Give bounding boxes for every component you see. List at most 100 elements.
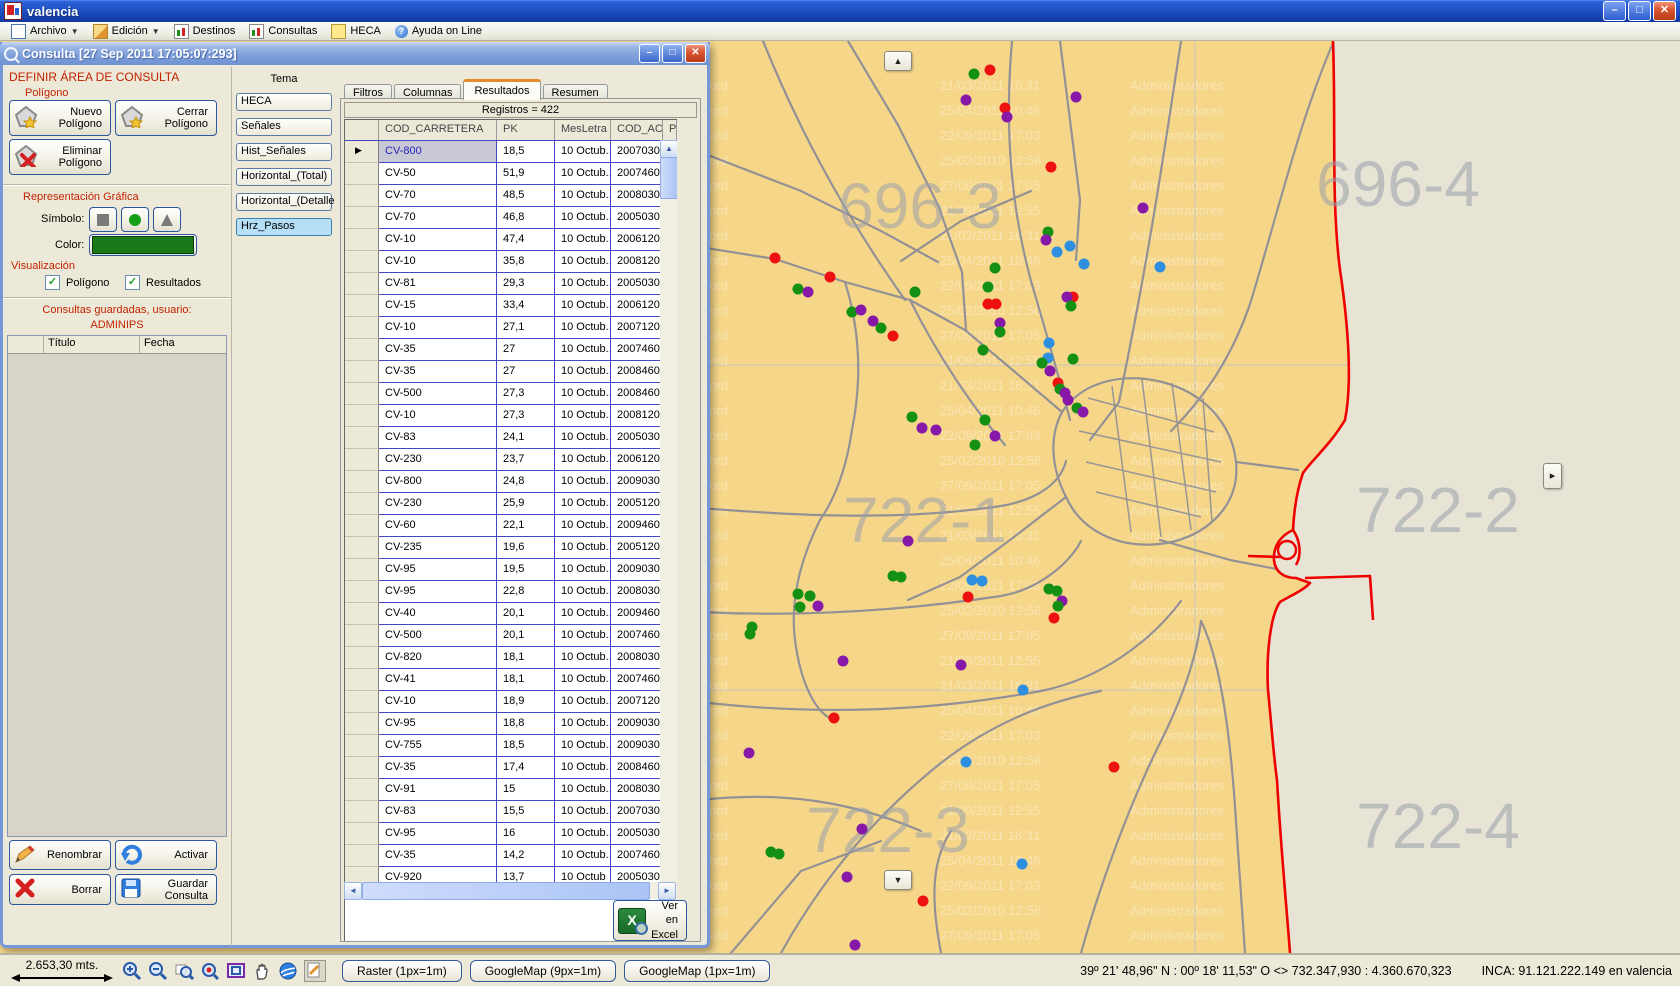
- row-selector-cell[interactable]: [345, 735, 379, 757]
- cell-pk[interactable]: 27,3: [497, 405, 555, 427]
- accident-dot-r[interactable]: [825, 272, 836, 283]
- cell-cod_carretera[interactable]: CV-70: [379, 185, 497, 207]
- cell-mesletra[interactable]: 10 Octub...: [555, 383, 611, 405]
- cell-cod_carretera[interactable]: CV-60: [379, 515, 497, 537]
- table-row[interactable]: CV-8315,510 Octub...2007030...1: [345, 801, 677, 823]
- accident-dot-r[interactable]: [829, 713, 840, 724]
- cell-cod_carretera[interactable]: CV-500: [379, 383, 497, 405]
- dialog-minimize-button[interactable]: –: [639, 44, 660, 63]
- row-selector-cell[interactable]: [345, 361, 379, 383]
- cell-mesletra[interactable]: 10 Octub...: [555, 625, 611, 647]
- row-selector-cell[interactable]: [345, 559, 379, 581]
- row-selector-cell[interactable]: ▶: [345, 141, 379, 163]
- table-row[interactable]: CV-7048,510 Octub...2008030...1: [345, 185, 677, 207]
- table-row[interactable]: CV-92013,710 Octub2005030...1: [345, 867, 677, 882]
- cell-mesletra[interactable]: 10 Octub...: [555, 515, 611, 537]
- cell-pk[interactable]: 20,1: [497, 603, 555, 625]
- cell-cod_acci[interactable]: 2007460...: [611, 625, 663, 647]
- zoom-window-icon[interactable]: [174, 961, 194, 981]
- cell-pk[interactable]: 27: [497, 361, 555, 383]
- pan-hand-icon[interactable]: [252, 961, 272, 981]
- cell-pk[interactable]: 27,3: [497, 383, 555, 405]
- cell-cod_acci[interactable]: 2007460...: [611, 163, 663, 185]
- eliminar-poligono-button[interactable]: Eliminar Polígono: [9, 139, 111, 175]
- accident-dot-g[interactable]: [980, 415, 991, 426]
- chk-resultados[interactable]: ✓ Resultados: [125, 275, 201, 290]
- sketch-note-icon[interactable]: [304, 960, 326, 982]
- row-selector-cell[interactable]: [345, 185, 379, 207]
- row-selector-cell[interactable]: [345, 317, 379, 339]
- cell-cod_acci[interactable]: 2005030...: [611, 823, 663, 845]
- cell-mesletra[interactable]: 10 Octub...: [555, 471, 611, 493]
- cell-cod_acci[interactable]: 2005030...: [611, 207, 663, 229]
- ver-en-excel-button[interactable]: X Ver en Excel: [613, 900, 687, 941]
- cell-cod_acci[interactable]: 2007460...: [611, 339, 663, 361]
- cell-cod_carretera[interactable]: CV-83: [379, 801, 497, 823]
- accident-dot-p[interactable]: [813, 601, 824, 612]
- cell-cod_carretera[interactable]: CV-95: [379, 713, 497, 735]
- cell-mesletra[interactable]: 10 Octub...: [555, 735, 611, 757]
- cell-cod_acci[interactable]: 2007120...: [611, 317, 663, 339]
- symbol-circle-button[interactable]: [121, 207, 149, 232]
- accident-dot-g[interactable]: [983, 282, 994, 293]
- cell-cod_acci[interactable]: 2007460...: [611, 669, 663, 691]
- cell-mesletra[interactable]: 10 Octub...: [555, 757, 611, 779]
- accident-dot-p[interactable]: [838, 656, 849, 667]
- row-selector-cell[interactable]: [345, 471, 379, 493]
- cell-cod_acci[interactable]: 2005120...: [611, 537, 663, 559]
- cell-mesletra[interactable]: 10 Octub...: [555, 713, 611, 735]
- accident-dot-b[interactable]: [967, 575, 978, 586]
- accident-dot-g[interactable]: [910, 287, 921, 298]
- cell-cod_acci[interactable]: 2005030...: [611, 273, 663, 295]
- cell-cod_carretera[interactable]: CV-10: [379, 317, 497, 339]
- cell-mesletra[interactable]: 10 Octub...: [555, 251, 611, 273]
- accident-dot-r[interactable]: [888, 331, 899, 342]
- cell-cod_acci[interactable]: 2007120...: [611, 691, 663, 713]
- cell-cod_carretera[interactable]: CV-95: [379, 559, 497, 581]
- cell-pk[interactable]: 20,1: [497, 625, 555, 647]
- cell-cod_carretera[interactable]: CV-800: [379, 141, 497, 163]
- accident-dot-b[interactable]: [977, 576, 988, 587]
- accident-dot-p[interactable]: [931, 425, 942, 436]
- col-header-cod_acci[interactable]: COD_ACCI: [611, 120, 663, 140]
- cell-mesletra[interactable]: 10 Octub...: [555, 405, 611, 427]
- cell-pk[interactable]: 18,8: [497, 713, 555, 735]
- table-row[interactable]: CV-352710 Octub...2008460...3: [345, 361, 677, 383]
- row-selector-cell[interactable]: [345, 845, 379, 867]
- accident-dot-p[interactable]: [856, 305, 867, 316]
- row-selector-cell[interactable]: [345, 669, 379, 691]
- accident-dot-p[interactable]: [1071, 92, 1082, 103]
- cell-cod_carretera[interactable]: CV-35: [379, 845, 497, 867]
- cell-mesletra[interactable]: 10 Octub...: [555, 493, 611, 515]
- symbol-square-button[interactable]: [89, 207, 117, 232]
- saved-col-fecha[interactable]: Fecha: [140, 336, 224, 353]
- cell-cod_carretera[interactable]: CV-50: [379, 163, 497, 185]
- cell-cod_carretera[interactable]: CV-83: [379, 427, 497, 449]
- accident-dot-p[interactable]: [744, 748, 755, 759]
- table-row[interactable]: CV-4020,110 Octub...2009460...3: [345, 603, 677, 625]
- cell-mesletra[interactable]: 10 Octub...: [555, 163, 611, 185]
- globe-icon[interactable]: [278, 961, 298, 981]
- cell-cod_acci[interactable]: 2009460...: [611, 603, 663, 625]
- cell-pk[interactable]: 18,1: [497, 647, 555, 669]
- hscroll-thumb[interactable]: [362, 882, 650, 900]
- accident-dot-g[interactable]: [1066, 301, 1077, 312]
- tab-resultados[interactable]: Resultados: [463, 79, 540, 100]
- cell-cod_acci[interactable]: 2005030...: [611, 867, 663, 882]
- cell-pk[interactable]: 47,4: [497, 229, 555, 251]
- borrar-button[interactable]: Borrar: [9, 874, 111, 905]
- table-row[interactable]: CV-7046,810 Octub...2005030...1: [345, 207, 677, 229]
- table-row[interactable]: CV-23023,710 Octub...2006120...4: [345, 449, 677, 471]
- row-selector-cell[interactable]: [345, 339, 379, 361]
- accident-dot-g[interactable]: [990, 263, 1001, 274]
- cell-mesletra[interactable]: 10 Octub...: [555, 295, 611, 317]
- vscroll-thumb[interactable]: [660, 157, 677, 199]
- accident-dot-p[interactable]: [956, 660, 967, 671]
- accident-dot-g[interactable]: [795, 602, 806, 613]
- cell-pk[interactable]: 18,1: [497, 669, 555, 691]
- zoom-out-icon[interactable]: [148, 961, 168, 981]
- accident-dot-b[interactable]: [1018, 685, 1029, 696]
- cell-mesletra[interactable]: 10 Octub...: [555, 779, 611, 801]
- table-row[interactable]: CV-9519,510 Octub...2009030...1: [345, 559, 677, 581]
- cell-cod_acci[interactable]: 2008030...: [611, 581, 663, 603]
